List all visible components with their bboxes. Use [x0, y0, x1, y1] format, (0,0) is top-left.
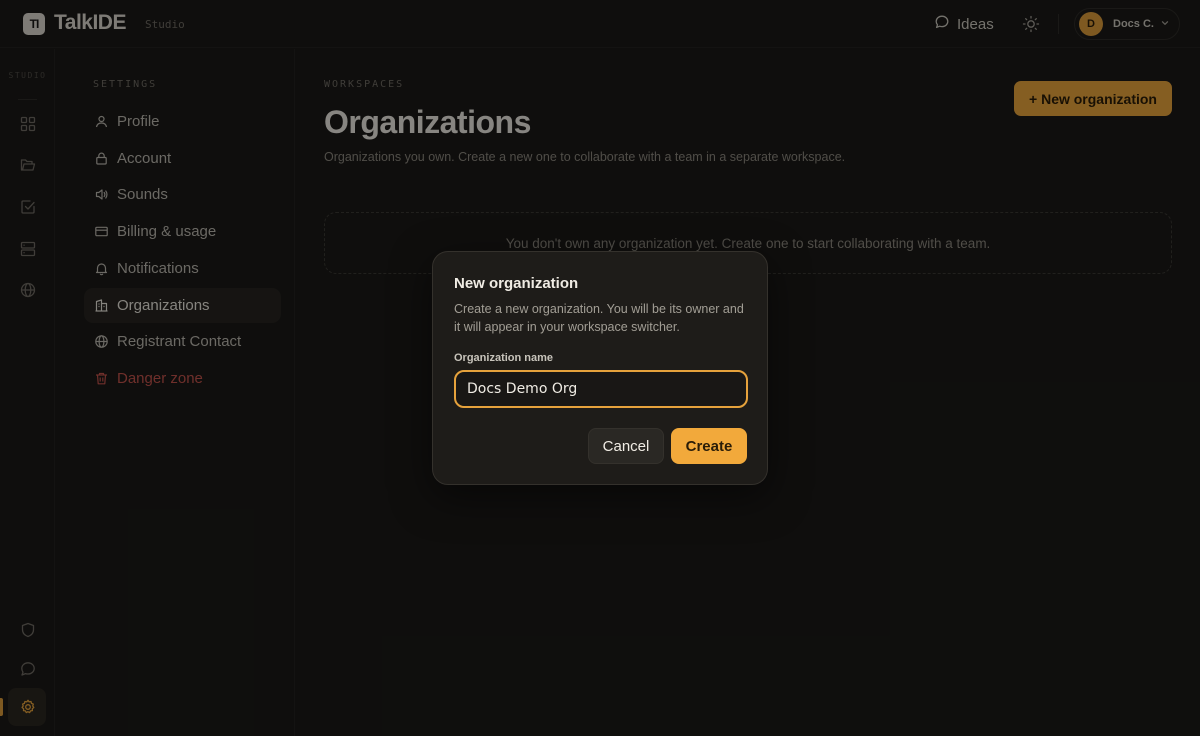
- create-button[interactable]: Create: [671, 428, 747, 464]
- organization-name-label: Organization name: [454, 352, 554, 364]
- organization-name-input[interactable]: [454, 370, 748, 408]
- cancel-button[interactable]: Cancel: [588, 428, 664, 464]
- dialog-title: New organization: [454, 275, 579, 292]
- new-organization-dialog: New organization Create a new organizati…: [432, 251, 768, 485]
- dialog-description: Create a new organization. You will be i…: [454, 302, 744, 334]
